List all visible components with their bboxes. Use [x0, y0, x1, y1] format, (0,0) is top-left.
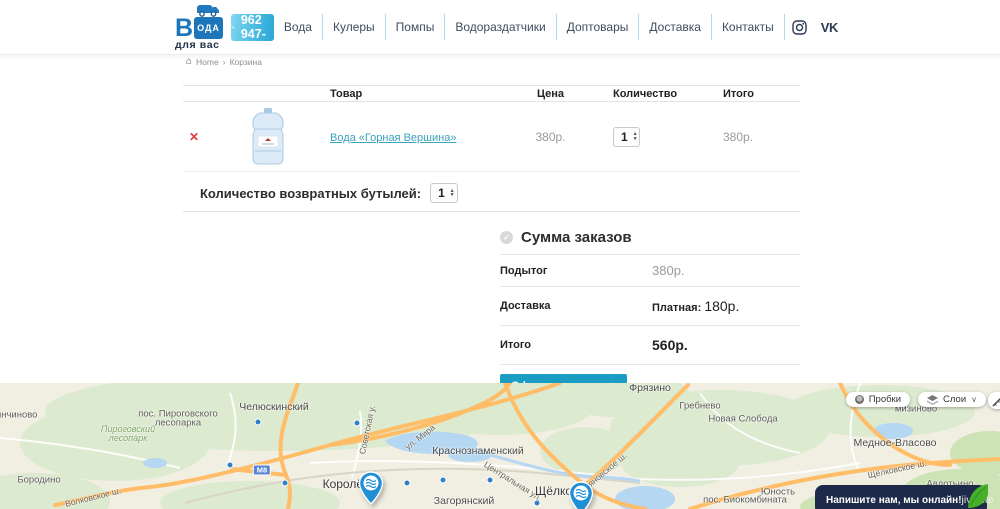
map-controls: Пробки Слои ∨ — [846, 392, 986, 407]
home-icon: ⌂ — [186, 58, 192, 66]
breadcrumb: ⌂ Home › Корзина — [186, 57, 262, 67]
map-label: Новая Слобода — [708, 414, 777, 425]
check-circle-icon: ✓ — [500, 231, 513, 244]
delivery-value: 180р. — [704, 298, 739, 314]
col-price: Цена — [508, 88, 593, 100]
product-image — [223, 107, 313, 167]
delivery-label: Доставка — [500, 300, 652, 312]
nav-item-kulery[interactable]: Кулеры — [323, 20, 385, 34]
logo[interactable]: В ода для вас — [175, 4, 223, 51]
stepper-arrows-icon[interactable]: ▴▾ — [451, 189, 454, 198]
map-label: лесопарка — [155, 418, 201, 429]
map-label: Челюскинский — [239, 401, 309, 413]
map-label: пос. Биокомбината — [703, 495, 787, 506]
nav-item-kontakty[interactable]: Контакты — [712, 20, 784, 34]
main-nav: Вода Кулеры Помпы Водораздатчики Доптова… — [274, 14, 845, 40]
col-total: Итого — [693, 88, 800, 100]
traffic-icon — [855, 395, 864, 404]
cart-table: Товар Цена Количество Итого ✕ Вода «Горн… — [183, 85, 800, 172]
delivery-type: Платная: — [652, 302, 701, 314]
phone-button[interactable]: +7 962 947-77-22 — [231, 14, 274, 41]
logo-letters: ода — [194, 17, 223, 39]
breadcrumb-separator: › — [223, 57, 226, 67]
nav-item-doptovary[interactable]: Доптовары — [557, 20, 639, 34]
delivery-row: Доставка Платная: 180р. — [500, 286, 800, 325]
quantity-value: 1 — [621, 130, 628, 144]
cart-row: ✕ Вода «Горная Вершина» 380р. 1 ▴▾ — [183, 102, 800, 172]
chevron-down-icon: ∨ — [971, 395, 977, 404]
nav-item-vodorazdatchiki[interactable]: Водораздатчики — [445, 20, 555, 34]
map-label: лянчиново — [0, 410, 37, 421]
nav-item-dostavka[interactable]: Доставка — [639, 20, 711, 34]
nav-item-voda[interactable]: Вода — [274, 20, 322, 34]
ruler-button[interactable] — [988, 392, 1000, 409]
returnable-bottles-label: Количество возвратных бутылей: — [200, 186, 421, 201]
item-total: 380р. — [723, 130, 753, 144]
map-label: Бородино — [17, 475, 60, 486]
cart-table-header: Товар Цена Количество Итого — [183, 85, 800, 102]
product-link[interactable]: Вода «Горная Вершина» — [330, 132, 456, 144]
highway-badge: М8 — [253, 465, 271, 476]
returnable-bottles-row: Количество возвратных бутылей: 1 ▴▾ — [200, 183, 458, 203]
item-price: 380р. — [535, 130, 565, 144]
map-label: Загорянский — [434, 495, 494, 507]
layers-icon — [927, 395, 938, 405]
breadcrumb-current: Корзина — [230, 57, 262, 67]
chat-message: Напишите нам, мы онлайн! — [826, 495, 962, 506]
stepper-arrows-icon[interactable]: ▴▾ — [634, 132, 637, 141]
traffic-button[interactable]: Пробки — [846, 392, 910, 407]
subtotal-label: Подытог — [500, 265, 652, 277]
vk-label: VK — [821, 20, 838, 35]
layers-button[interactable]: Слои ∨ — [918, 392, 986, 407]
col-product: Товар — [313, 88, 508, 100]
subtotal-row: Подытог 380р. — [500, 254, 800, 286]
chat-widget[interactable]: Напишите нам, мы онлайн! jivosite — [815, 485, 987, 509]
phone-icon — [231, 21, 235, 33]
breadcrumb-home-link[interactable]: Home — [196, 57, 219, 67]
map-label: Медное-Власово — [853, 437, 936, 449]
site-header: В ода для вас +7 962 947-77-22 Вода Куле… — [0, 0, 1000, 55]
returnable-bottles-value: 1 — [438, 186, 445, 200]
store-location-pin-shchelkovo[interactable] — [568, 481, 594, 509]
total-label: Итого — [500, 339, 652, 351]
leaf-icon — [966, 484, 988, 508]
map-label: Фрязино — [629, 383, 671, 394]
water-bottle-image — [245, 107, 291, 167]
returnable-bottles-stepper[interactable]: 1 ▴▾ — [430, 183, 457, 203]
order-summary: ✓ Сумма заказов Подытог 380р. Доставка П… — [500, 229, 800, 397]
summary-title: Сумма заказов — [521, 229, 632, 246]
store-location-pin-korolev[interactable] — [358, 471, 384, 505]
phone-number: +7 962 947-77-22 — [241, 0, 274, 55]
delivery-map[interactable]: лянчиново пос. Пироговского лесопарка Пи… — [0, 383, 1000, 509]
vk-icon[interactable]: VK — [814, 20, 845, 35]
instagram-icon[interactable] — [785, 20, 814, 35]
logo-tagline: для вас — [175, 39, 223, 51]
logo-wordmark: В ода — [175, 17, 223, 39]
ruler-icon — [992, 395, 1000, 407]
map-label: Краснознаменский — [432, 445, 523, 457]
logo-letter: В — [175, 19, 193, 37]
summary-title-row: ✓ Сумма заказов — [500, 229, 800, 246]
subtotal-value: 380р. — [652, 263, 685, 278]
quantity-stepper[interactable]: 1 ▴▾ — [613, 127, 640, 147]
total-row: Итого 560р. — [500, 325, 800, 364]
map-label: Гребнево — [679, 401, 720, 412]
map-label: лесопарк — [109, 433, 148, 443]
col-qty: Количество — [593, 88, 693, 100]
nav-item-pompy[interactable]: Помпы — [386, 20, 445, 34]
divider — [183, 211, 800, 212]
remove-item-button[interactable]: ✕ — [189, 130, 199, 144]
truck-icon — [195, 4, 221, 17]
total-value: 560р. — [652, 337, 688, 353]
